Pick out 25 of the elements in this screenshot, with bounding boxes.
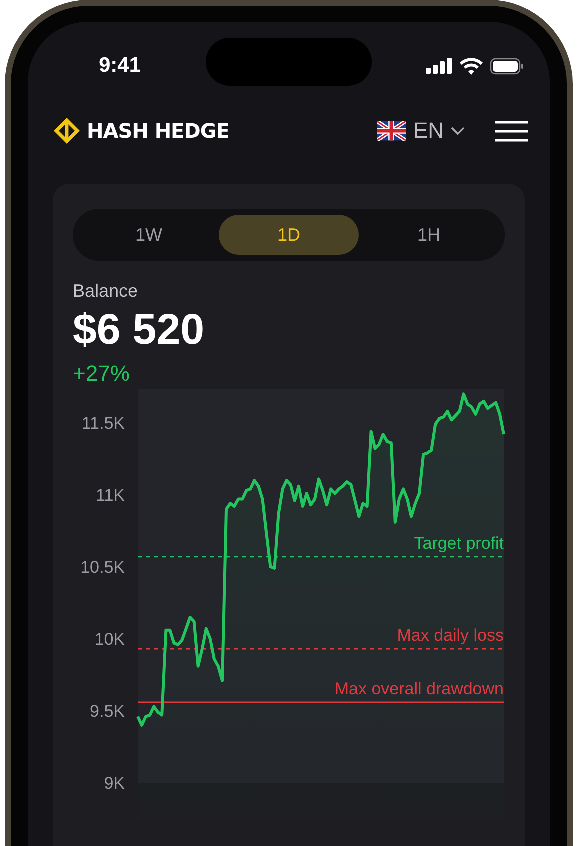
axis-tick-label: 9K — [104, 774, 125, 793]
axis-tick-label: 11K — [96, 486, 125, 505]
axis-tick-label: 11.5K — [82, 414, 125, 433]
axis-tick-label: 9.5K — [90, 702, 125, 721]
balance-label: Balance — [73, 281, 140, 302]
battery-icon — [490, 58, 524, 74]
period-tab[interactable]: 1W — [79, 215, 219, 255]
period-tab[interactable]: 1D — [219, 215, 359, 255]
threshold-label: Max daily loss — [397, 626, 504, 646]
language-selector[interactable]: EN — [377, 118, 465, 144]
threshold-label: Max overall drawdown — [334, 679, 504, 698]
signal-icon — [426, 58, 453, 74]
menu-icon[interactable] — [495, 120, 528, 142]
balance-change: +27% — [73, 361, 131, 387]
balance-amount: $6 520 — [73, 306, 206, 355]
period-tab[interactable]: 1H — [359, 215, 499, 255]
logo-icon — [53, 117, 81, 145]
logo-text: HASH HEDGE — [87, 119, 230, 143]
flag-icon — [377, 121, 406, 141]
wifi-icon — [460, 58, 483, 74]
threshold-label: Target profit — [414, 534, 504, 553]
axis-tick-label: 10K — [94, 630, 125, 649]
axis-tick-label: 10.5K — [80, 558, 125, 577]
status-time: 9:41 — [99, 54, 142, 78]
chevron-down-icon — [451, 127, 465, 135]
